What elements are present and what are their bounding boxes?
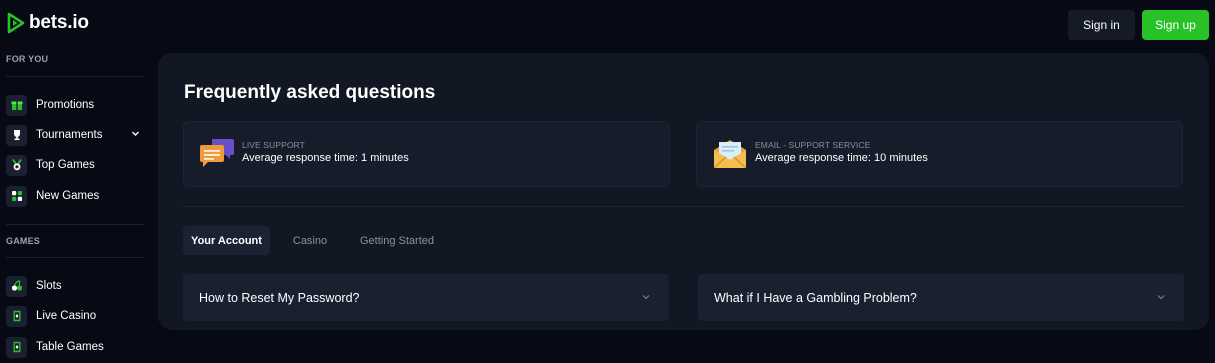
support-label: LIVE SUPPORT — [242, 140, 305, 150]
sign-in-button[interactable]: Sign in — [1068, 10, 1135, 40]
sidebar-item-tournaments[interactable]: Tournaments — [6, 123, 146, 147]
section-title-for-you: FOR YOU — [6, 54, 49, 64]
mail-icon — [713, 140, 747, 169]
card-icon — [6, 305, 27, 327]
brand-name: bets.io — [29, 12, 89, 33]
sidebar-divider — [6, 224, 145, 225]
tab-your-account[interactable]: Your Account — [183, 226, 270, 255]
sidebar-item-label: Table Games — [36, 341, 104, 353]
section-title-games: GAMES — [6, 236, 41, 246]
sidebar-item-label: New Games — [36, 190, 100, 202]
panel-divider — [183, 206, 1184, 207]
question-text: What if I Have a Gambling Problem? — [714, 291, 917, 305]
sidebar-divider — [6, 76, 145, 77]
sidebar-item-label: Tournaments — [36, 129, 103, 141]
sidebar-item-label: Live Casino — [36, 310, 97, 322]
sidebar-item-table-games[interactable]: Table Games — [6, 335, 146, 359]
sidebar-item-top-games[interactable]: Top Games — [6, 153, 146, 177]
chevron-down-icon — [1157, 295, 1165, 300]
sidebar-item-slots[interactable]: Slots — [6, 274, 146, 298]
sidebar-divider — [6, 257, 145, 258]
gift-icon — [6, 94, 27, 116]
cherries-icon — [6, 275, 27, 297]
support-response-time: Average response time: 10 minutes — [755, 152, 928, 164]
support-response-time: Average response time: 1 minutes — [242, 152, 409, 164]
live-support-card[interactable]: LIVE SUPPORT Average response time: 1 mi… — [183, 121, 670, 187]
support-label: EMAIL - SUPPORT SERVICE — [755, 140, 871, 150]
page-title: Frequently asked questions — [184, 82, 436, 103]
question-text: How to Reset My Password? — [199, 291, 360, 305]
tab-getting-started[interactable]: Getting Started — [350, 226, 444, 255]
sidebar-item-live-casino[interactable]: Live Casino — [6, 304, 146, 328]
sidebar-item-label: Slots — [36, 280, 62, 292]
chevron-down-icon — [642, 295, 650, 300]
brand-logo[interactable]: bets.io — [7, 12, 89, 34]
chevron-down-icon[interactable] — [131, 129, 140, 138]
sign-up-button[interactable]: Sign up — [1142, 10, 1209, 40]
logo-icon — [7, 12, 25, 34]
sidebar-item-label: Top Games — [36, 159, 95, 171]
grid-icon — [6, 185, 27, 207]
sidebar-item-new-games[interactable]: New Games — [6, 184, 146, 208]
sidebar-item-promotions[interactable]: Promotions — [6, 93, 146, 117]
email-support-card[interactable]: EMAIL - SUPPORT SERVICE Average response… — [696, 121, 1183, 187]
card-icon — [6, 336, 27, 358]
trophy-icon — [6, 124, 27, 146]
faq-panel: Frequently asked questions LIVE SUPPORT … — [158, 53, 1209, 330]
medal-icon — [6, 154, 27, 176]
tab-casino[interactable]: Casino — [282, 226, 338, 255]
sidebar: FOR YOU Promotions Tournaments Top Games… — [0, 44, 150, 363]
faq-question[interactable]: How to Reset My Password? — [183, 274, 669, 321]
chat-icon — [200, 139, 234, 167]
faq-question[interactable]: What if I Have a Gambling Problem? — [698, 274, 1184, 321]
sidebar-item-label: Promotions — [36, 99, 95, 111]
